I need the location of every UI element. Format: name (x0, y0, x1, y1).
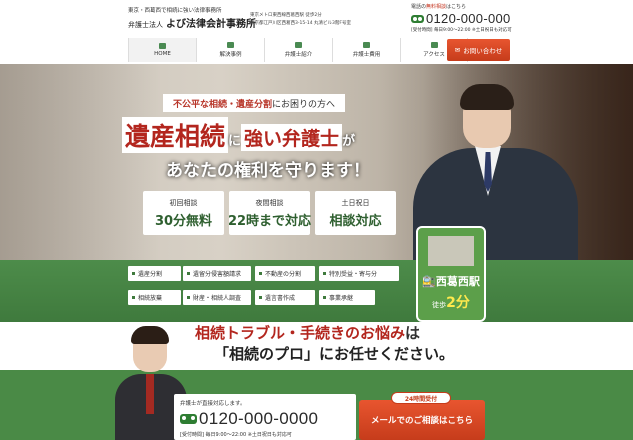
nav-label: HOME (154, 51, 171, 57)
address-station: 東京メトロ東西線西葛西駅 徒歩2分 (250, 13, 322, 18)
header-phone-number[interactable]: 0120-000-000 (411, 11, 511, 26)
walk-minutes: 2分 (446, 295, 470, 311)
cta-phone-number: 0120-000-0000 (180, 409, 350, 429)
cta-note: 弁護士が直接対応します。 (180, 401, 246, 407)
category-link[interactable]: 事業承継 (319, 290, 375, 305)
firm-name: よび法律会計事務所 (166, 19, 256, 30)
feature-value: 30分無料 (154, 213, 213, 229)
nav-item-fees[interactable]: 弁護士費用 (332, 38, 400, 62)
site-logo[interactable]: 弁護士法人 よび法律会計事務所 (128, 15, 256, 30)
map-pin-icon (430, 42, 438, 48)
hero-title-line2: あなたの権利を守ります！ (166, 161, 370, 181)
building-image (428, 236, 474, 266)
hero-title-strong: 強い弁護士 (241, 124, 343, 151)
hero-title-particle: が (342, 134, 356, 149)
phone-note-free: 無料相談 (426, 4, 447, 10)
hero-sub-highlight: 不公平な相続・遺産分割 (173, 99, 273, 110)
firm-prefix: 弁護士法人 (128, 21, 163, 29)
worry-subheading: 「相続のプロ」にお任せください。 (214, 345, 455, 363)
cta-phone-box[interactable]: 弁護士が直接対応します。 0120-000-0000 [受付時間] 毎日9:00… (174, 394, 356, 440)
person-icon (295, 42, 302, 48)
feature-night-consult: 夜間相談 22時まで対応 (227, 191, 312, 235)
phone-note-pre: 電話の (411, 4, 427, 10)
freedial-icon (180, 414, 197, 424)
page: 東京・西葛西で相続に強い法律事務所 弁護士法人 よび法律会計事務所 東京メトロ東西… (0, 0, 633, 440)
hero-subheading: 不公平な相続・遺産分割 にお困りの方へ (163, 94, 346, 112)
contact-button[interactable]: ✉ お問い合わせ (447, 39, 510, 61)
header-phone-block: 電話の無料相談はこちら 0120-000-000 [受付時間] 毎日9:00〜2… (411, 3, 512, 33)
category-area (0, 260, 633, 322)
address-street: 東京都江戸川区西葛西3-15-14 丸清ビル3階F号室 (250, 21, 351, 26)
home-icon (159, 43, 166, 49)
feature-label: 夜間相談 (255, 198, 284, 207)
nav-item-cases[interactable]: 解決事例 (196, 38, 264, 62)
site-header: 東京・西葛西で相続に強い法律事務所 弁護士法人 よび法律会計事務所 東京メトロ東西… (0, 0, 633, 37)
category-link[interactable]: 遺産分割 (128, 266, 181, 281)
hero-background-left (0, 64, 160, 260)
cta-phone-digits: 0120-000-0000 (199, 409, 319, 428)
nav-label: 弁護士紹介 (284, 52, 313, 58)
phone-digits: 0120-000-000 (426, 11, 511, 26)
category-link[interactable]: 遺言書作成 (255, 290, 315, 305)
phone-hours: [受付時間] 毎日9:00〜22:00 ※土日祝日も対応可 (411, 28, 512, 33)
nav-label: 弁護士費用 (352, 52, 381, 58)
phone-note: 電話の無料相談はこちら (411, 3, 511, 10)
station-name-text: 西葛西駅 (435, 275, 480, 288)
station-badge: 🚉西葛西駅 徒歩2分 (416, 226, 486, 322)
station-name: 🚉西葛西駅 (422, 273, 480, 289)
hero-title-big: 遺産相続 (122, 117, 229, 153)
freedial-icon (411, 14, 424, 23)
lawyer-hair (460, 84, 514, 110)
nav-item-home[interactable]: HOME (128, 38, 196, 62)
site-tagline: 東京・西葛西で相続に強い法律事務所 (128, 8, 222, 14)
walk-prefix: 徒歩 (432, 301, 447, 309)
feature-label: 初回相談 (169, 198, 198, 207)
hero-title-particle: に (228, 134, 242, 149)
nav-label: アクセス (423, 52, 445, 58)
hero-sub-rest: にお困りの方へ (272, 99, 336, 110)
worry-heading: 相続トラブル・手続きのお悩みは (195, 322, 420, 343)
feature-first-consult: 初回相談 30分無料 (143, 191, 224, 235)
phone-note-post: はこちら (446, 4, 467, 10)
operator-hair (131, 326, 169, 344)
24h-badge: 24時間受付 (391, 392, 451, 404)
contact-label: お問い合わせ (463, 47, 503, 55)
worry-highlight: 相続トラブル・手続きのお悩み (195, 324, 406, 342)
category-link[interactable]: 遺留分侵害額請求 (183, 266, 251, 281)
hero-title: 遺産相続に強い弁護士が (122, 117, 355, 153)
train-icon: 🚉 (422, 275, 436, 288)
worry-section: 相続トラブル・手続きのお悩みは 「相続のプロ」にお任せください。 弁護士が直接対… (0, 322, 633, 440)
nav-item-lawyers[interactable]: 弁護士紹介 (264, 38, 332, 62)
feature-weekend-consult: 土日祝日 相談対応 (315, 191, 396, 235)
feature-label: 土日祝日 (341, 198, 370, 207)
wallet-icon (363, 42, 370, 48)
nav-label: 解決事例 (219, 52, 242, 58)
feature-value: 22時まで対応 (227, 213, 312, 229)
station-walk: 徒歩2分 (432, 292, 470, 312)
category-link[interactable]: 特別受益・寄与分 (319, 266, 399, 281)
document-icon (227, 42, 234, 48)
mail-consult-button[interactable]: メールでのご相談はこちら (359, 400, 485, 440)
cta-hours: [受付時間] 毎日9:00〜22:00 ※土日祝日も対応可 (180, 432, 292, 438)
main-nav: HOME 解決事例 弁護士紹介 弁護士費用 アクセス (128, 38, 468, 62)
operator-tie (146, 374, 154, 414)
category-link[interactable]: 不動産の分割 (255, 266, 315, 281)
category-link[interactable]: 相続放棄 (128, 290, 181, 305)
feature-value: 相談対応 (329, 213, 382, 229)
category-link[interactable]: 財産・相続人調査 (183, 290, 251, 305)
worry-rest: は (405, 324, 421, 342)
mail-icon: ✉ (454, 46, 461, 54)
